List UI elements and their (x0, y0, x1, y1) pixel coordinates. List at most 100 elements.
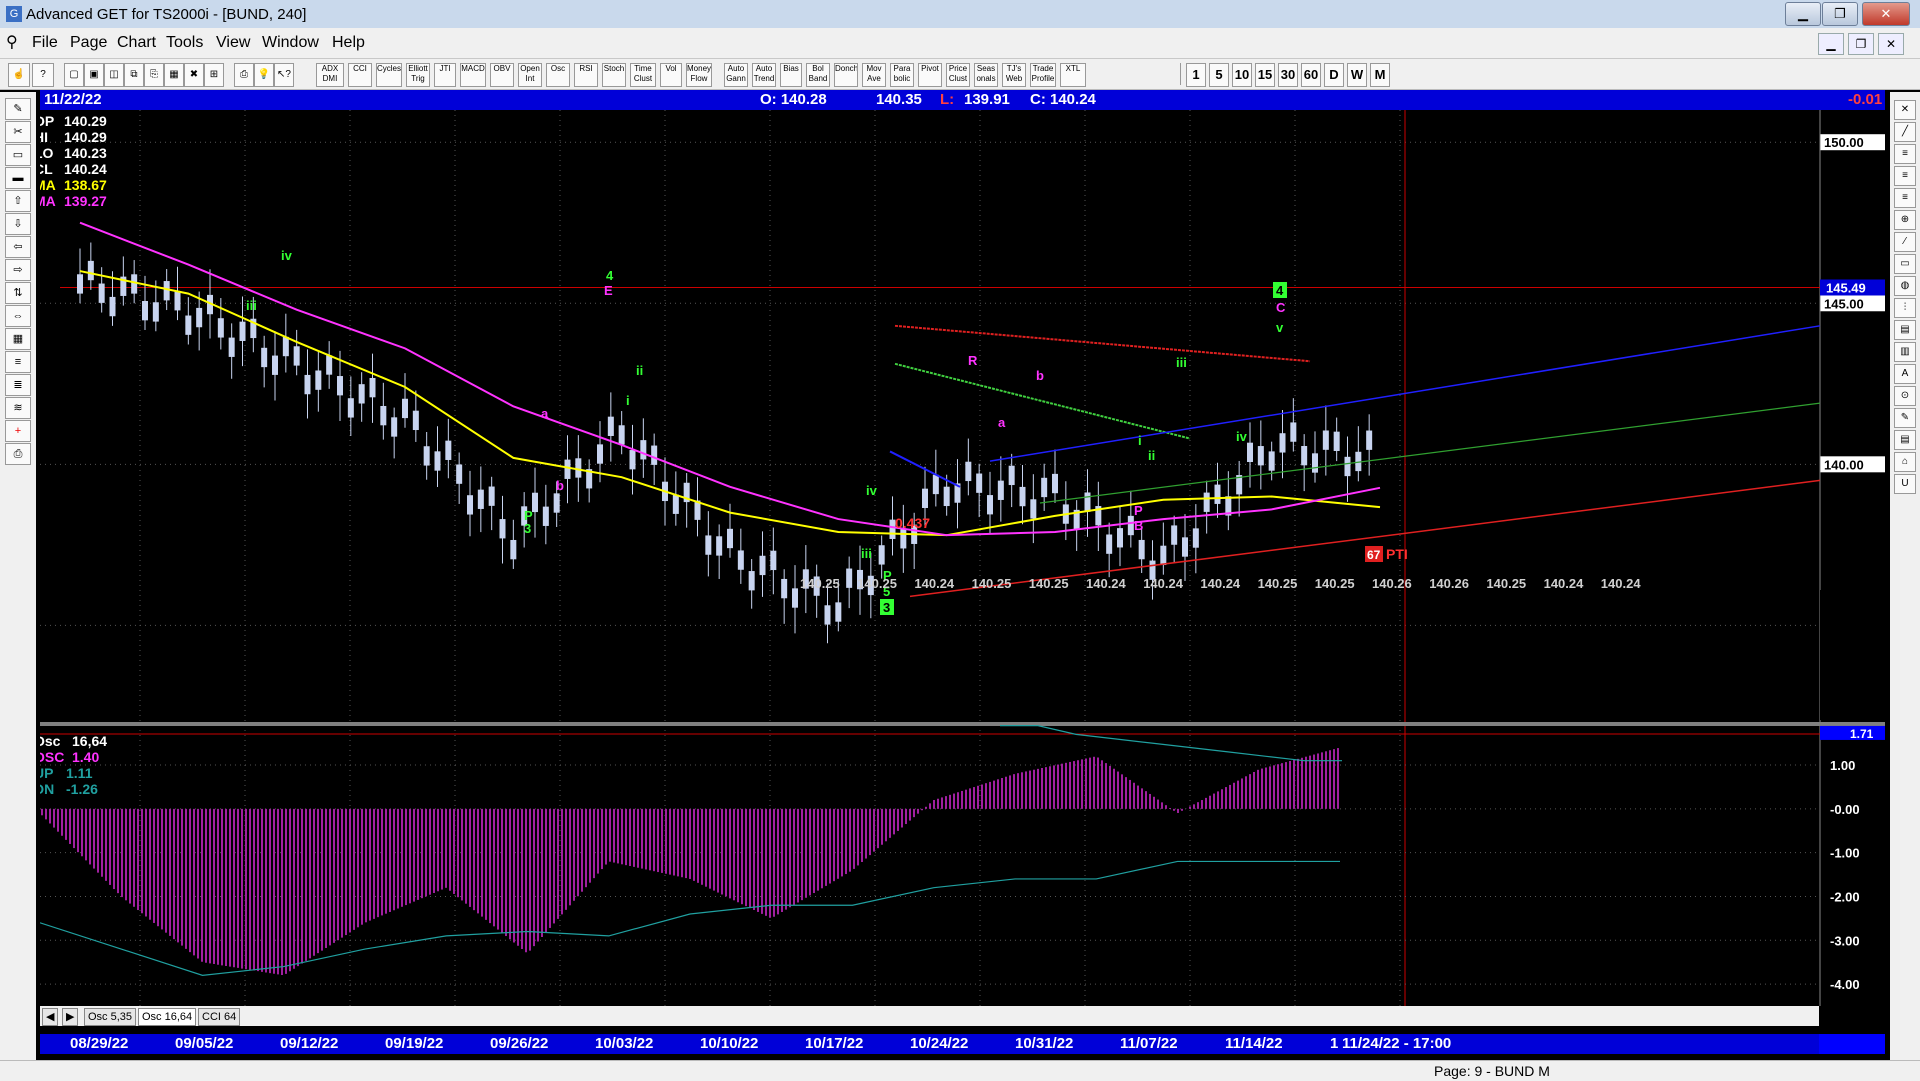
chart-svg[interactable]: 150.00145.00140.00135.00145.49OP140.29HI… (34, 110, 1885, 1024)
study-button-21[interactable]: Pivot (918, 63, 942, 87)
menu-window[interactable]: Window (262, 34, 319, 52)
interval-button-10[interactable]: 10 (1232, 63, 1252, 87)
study-button-9[interactable]: RSI (574, 63, 598, 87)
maximize-button[interactable]: ❐ (1822, 2, 1858, 26)
close-button[interactable]: ✕ (1862, 2, 1910, 26)
gann-icon[interactable]: ≣ (5, 374, 31, 396)
context-help-icon[interactable]: ↖? (274, 63, 294, 87)
study-button-18[interactable]: Donch (834, 63, 858, 87)
study-button-16[interactable]: Bias (780, 63, 802, 87)
magnify-icon[interactable]: ⊙ (1894, 386, 1916, 406)
left-arrow-icon[interactable]: ⇦ (5, 236, 31, 258)
study-button-24[interactable]: TJ's Web (1002, 63, 1026, 87)
study-button-14[interactable]: Auto Gann (724, 63, 748, 87)
fib-time-icon[interactable]: ≡ (1894, 188, 1916, 208)
tab-scroll-left[interactable]: ◀ (42, 1008, 59, 1026)
study-button-19[interactable]: Mov Ave (862, 63, 886, 87)
menu-file[interactable]: File (32, 34, 58, 52)
channel-icon[interactable]: ⁄ (1894, 232, 1916, 252)
interval-button-60[interactable]: 60 (1301, 63, 1321, 87)
study-button-25[interactable]: Trade Profile (1030, 63, 1056, 87)
tab-cci-64[interactable]: CCI 64 (198, 1008, 241, 1026)
study-button-12[interactable]: Vol (660, 63, 682, 87)
lines-icon[interactable]: ≡ (5, 351, 31, 373)
down-arrow-icon[interactable]: ⇩ (5, 213, 31, 235)
interval-button-15[interactable]: 15 (1255, 63, 1275, 87)
study-button-20[interactable]: Para bolic (890, 63, 914, 87)
study-button-15[interactable]: Auto Trend (752, 63, 776, 87)
grid-icon[interactable]: ▦ (5, 328, 31, 350)
interval-button-5[interactable]: 5 (1209, 63, 1229, 87)
save-icon[interactable]: ◫ (104, 63, 124, 87)
interval-button-1[interactable]: 1 (1186, 63, 1206, 87)
fib-ext-icon[interactable]: ≡ (1894, 166, 1916, 186)
interval-button-30[interactable]: 30 (1278, 63, 1298, 87)
box-icon[interactable]: ▭ (1894, 254, 1916, 274)
menu-view[interactable]: View (216, 34, 250, 52)
mdi-minimize-button[interactable]: ▁ (1818, 33, 1844, 55)
mob-icon[interactable]: ▤ (1894, 320, 1916, 340)
study-button-23[interactable]: Seas onals (974, 63, 998, 87)
crosshair-icon[interactable]: + (5, 420, 31, 442)
study-button-13[interactable]: Money Flow (686, 63, 712, 87)
study-button-2[interactable]: Cycles (376, 63, 402, 87)
study-button-1[interactable]: CCI (348, 63, 372, 87)
mdi-restore-button[interactable]: ❐ (1848, 33, 1874, 55)
tab-osc-5-35[interactable]: Osc 5,35 (84, 1008, 137, 1026)
study-button-8[interactable]: Osc (546, 63, 570, 87)
trendline-icon[interactable]: ╱ (1894, 122, 1916, 142)
close-tool-icon[interactable]: ✕ (1894, 100, 1916, 120)
study-button-26[interactable]: XTL (1060, 63, 1086, 87)
print-icon[interactable]: ⎙ (5, 443, 31, 465)
study-button-5[interactable]: MACD (460, 63, 486, 87)
menu-app-icon[interactable]: ⚲ (6, 32, 18, 52)
pencil-icon[interactable]: ✎ (5, 98, 31, 120)
paste-icon[interactable]: ⎘ (144, 63, 164, 87)
layers-icon[interactable]: ▤ (1894, 430, 1916, 450)
study-button-11[interactable]: Time Clust (630, 63, 656, 87)
interval-button-W[interactable]: W (1347, 63, 1367, 87)
ecps-icon[interactable]: ◍ (1894, 276, 1916, 296)
help-pointer-icon[interactable]: ? (32, 63, 54, 87)
right-arrow-icon[interactable]: ⇨ (5, 259, 31, 281)
tab-scroll-right[interactable]: ▶ (62, 1008, 79, 1026)
zoom-icon[interactable]: ⊞ (204, 63, 224, 87)
interval-button-D[interactable]: D (1324, 63, 1344, 87)
pti-icon[interactable]: ⫶ (1894, 298, 1916, 318)
study-button-7[interactable]: Open Int (518, 63, 542, 87)
new-icon[interactable]: ▢ (64, 63, 84, 87)
fib-ret-icon[interactable]: ≡ (1894, 144, 1916, 164)
text-tool-icon[interactable]: A (1894, 364, 1916, 384)
scissors-icon[interactable]: ✂ (5, 121, 31, 143)
cursor-tool-icon[interactable]: ☝ (8, 63, 30, 87)
study-button-10[interactable]: Stoch (602, 63, 626, 87)
grid-icon[interactable]: ▦ (164, 63, 184, 87)
menu-page[interactable]: Page (70, 34, 107, 52)
study-button-0[interactable]: ADX DMI (316, 63, 344, 87)
study-button-17[interactable]: Bol Band (806, 63, 830, 87)
study-button-4[interactable]: JTI (434, 63, 456, 87)
delete-icon[interactable]: ✖ (184, 63, 204, 87)
menu-chart[interactable]: Chart (117, 34, 156, 52)
scale-icon[interactable]: ⇅ (5, 282, 31, 304)
up-arrow-icon[interactable]: ⇧ (5, 190, 31, 212)
open-icon[interactable]: ▣ (84, 63, 104, 87)
study-button-3[interactable]: Elliott Trig (406, 63, 430, 87)
print-icon[interactable]: ⎙ (234, 63, 254, 87)
chart-area[interactable]: 150.00145.00140.00135.00145.49OP140.29HI… (34, 110, 1885, 1024)
menu-help[interactable]: Help (332, 34, 365, 52)
mdi-close-button[interactable]: ✕ (1878, 33, 1904, 55)
study-button-6[interactable]: OBV (490, 63, 514, 87)
expand-icon[interactable]: ⇔ (5, 305, 31, 327)
copy-icon[interactable]: ⧉ (124, 63, 144, 87)
fib-icon[interactable]: ≋ (5, 397, 31, 419)
study-button-22[interactable]: Price Clust (946, 63, 970, 87)
reset-icon[interactable]: ▭ (5, 144, 31, 166)
tab-osc-16-64[interactable]: Osc 16,64 (138, 1008, 197, 1026)
study-icon[interactable]: ▬ (5, 167, 31, 189)
menu-tools[interactable]: Tools (166, 34, 203, 52)
grid2-icon[interactable]: ▥ (1894, 342, 1916, 362)
minimize-button[interactable]: ▁ (1785, 2, 1821, 26)
interval-button-M[interactable]: M (1370, 63, 1390, 87)
hint-icon[interactable]: 💡 (254, 63, 274, 87)
